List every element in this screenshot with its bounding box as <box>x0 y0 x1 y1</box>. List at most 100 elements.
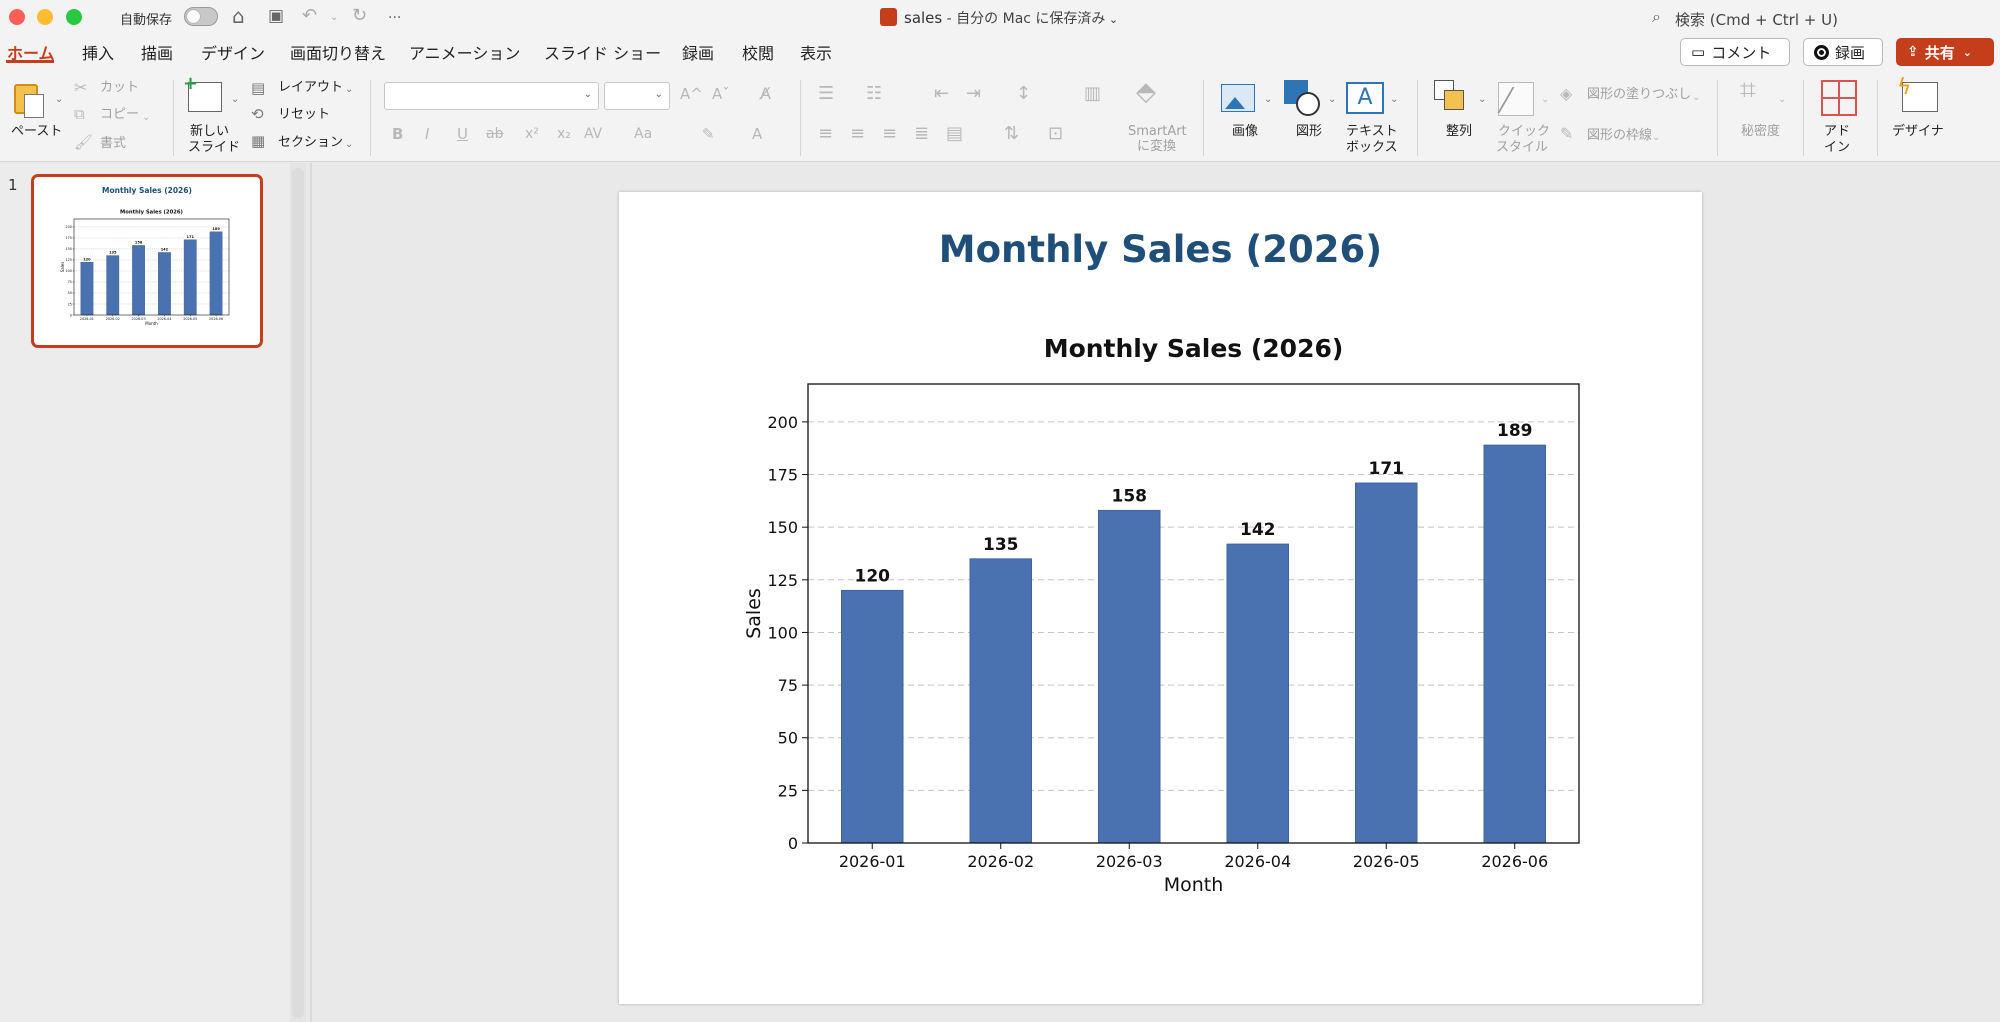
columns-icon[interactable]: ▥ <box>1084 84 1101 104</box>
home-icon[interactable]: ⌂ <box>232 5 245 27</box>
quick-styles-dropdown-icon[interactable]: ⌄ <box>1541 90 1549 110</box>
tab-animations[interactable]: アニメーション <box>409 40 520 64</box>
picture-icon[interactable] <box>1221 84 1255 112</box>
grow-font-icon[interactable]: A^ <box>680 84 703 104</box>
search-input[interactable]: 検索 (Cmd + Ctrl + U) <box>1675 9 1838 30</box>
picture-button[interactable]: 画像 <box>1232 124 1258 140</box>
thumbnail-scrollbar[interactable] <box>292 168 304 1018</box>
align-center-icon[interactable]: ≡ <box>850 124 865 144</box>
arrange-dropdown-icon[interactable]: ⌄ <box>1478 90 1486 110</box>
change-case-button[interactable]: Aa <box>634 124 652 144</box>
addins-label-line1[interactable]: アド <box>1824 124 1850 140</box>
highlight-icon[interactable]: ✎ <box>702 124 715 144</box>
redo-icon[interactable]: ↻ <box>352 5 367 27</box>
shapes-button[interactable]: 図形 <box>1296 124 1322 140</box>
bullets-icon[interactable]: ☰ <box>818 84 834 104</box>
font-size-select[interactable]: ⌄ <box>604 82 670 110</box>
smartart-label-line1[interactable]: SmartArt <box>1128 124 1187 140</box>
shapes-dropdown-icon[interactable]: ⌄ <box>1328 90 1336 110</box>
clear-formatting-icon[interactable]: A̸ <box>760 84 771 104</box>
copy-button[interactable]: コピー <box>100 107 139 123</box>
designer-icon[interactable]: ϟ <box>1897 75 1938 112</box>
record-button[interactable]: 録画 <box>1803 38 1883 66</box>
more-icon[interactable]: ··· <box>388 7 401 29</box>
addins-icon[interactable] <box>1821 80 1857 116</box>
new-slide-label-line2[interactable]: スライド <box>188 140 240 156</box>
addins-label-line2[interactable]: イン <box>1824 140 1850 156</box>
slide-title[interactable]: Monthly Sales (2026) <box>619 228 1702 271</box>
autosave-toggle[interactable] <box>184 7 218 26</box>
underline-button[interactable]: U <box>457 124 468 144</box>
layout-button[interactable]: レイアウト <box>278 80 343 96</box>
quick-styles-icon[interactable] <box>1497 82 1535 116</box>
text-direction-icon[interactable]: ⇅ <box>1004 124 1019 144</box>
strikethrough-button[interactable]: ab <box>486 124 503 144</box>
textbox-label-line2[interactable]: ボックス <box>1346 140 1398 156</box>
close-window-button[interactable] <box>9 9 25 25</box>
align-left-icon[interactable]: ≡ <box>818 124 833 144</box>
document-title[interactable]: sales - 自分の Mac に保存済み ⌄ <box>904 8 1118 28</box>
character-spacing-button[interactable]: AV <box>584 124 602 144</box>
shape-outline-dropdown-icon[interactable]: ⌄ <box>1652 128 1660 148</box>
undo-icon[interactable]: ↶ <box>302 5 317 27</box>
format-painter-button[interactable]: 書式 <box>100 136 126 152</box>
tab-design[interactable]: デザイン <box>201 40 265 64</box>
subscript-button[interactable]: x₂ <box>557 124 571 144</box>
decrease-indent-icon[interactable]: ⇤ <box>934 84 949 104</box>
new-slide-label-line1[interactable]: 新しい <box>190 124 229 140</box>
tab-review[interactable]: 校閲 <box>742 40 774 64</box>
sensitivity-button[interactable]: 秘密度 <box>1741 124 1780 140</box>
picture-dropdown-icon[interactable]: ⌄ <box>1264 90 1272 110</box>
font-color-icon[interactable]: A <box>752 124 762 144</box>
paste-dropdown-icon[interactable]: ⌄ <box>55 90 63 110</box>
minimize-window-button[interactable] <box>37 9 53 25</box>
font-name-select[interactable]: ⌄ <box>384 82 599 110</box>
align-text-icon[interactable]: ⊡ <box>1048 124 1063 144</box>
justify-icon[interactable]: ≣ <box>914 124 929 144</box>
share-button[interactable]: ⇪ 共有 ⌄ <box>1896 38 1994 66</box>
sensitivity-icon[interactable]: ⌗ <box>1740 76 1756 104</box>
paste-button[interactable]: ペースト <box>11 124 62 140</box>
zoom-window-button[interactable] <box>66 9 82 25</box>
textbox-label-line1[interactable]: テキスト <box>1346 124 1398 140</box>
textbox-dropdown-icon[interactable]: ⌄ <box>1390 90 1398 110</box>
shape-outline-button[interactable]: 図形の枠線 <box>1587 128 1652 144</box>
textbox-icon[interactable]: A <box>1346 82 1384 114</box>
shape-fill-dropdown-icon[interactable]: ⌄ <box>1692 88 1700 108</box>
tab-draw[interactable]: 描画 <box>141 40 173 64</box>
save-icon[interactable]: ▣ <box>268 5 284 27</box>
tab-slideshow[interactable]: スライド ショー <box>544 40 661 64</box>
smartart-label-line2[interactable]: に変換 <box>1137 139 1176 155</box>
tab-insert[interactable]: 挿入 <box>82 40 114 64</box>
slide-thumbnail-1[interactable]: Monthly Sales (2026) Monthly Sales (2026)… <box>31 174 263 348</box>
align-right-icon[interactable]: ≡ <box>882 124 897 144</box>
paste-icon[interactable] <box>12 80 46 118</box>
quick-styles-label-line1[interactable]: クイック <box>1498 124 1550 140</box>
sensitivity-dropdown-icon[interactable]: ⌄ <box>1778 90 1786 110</box>
comment-button[interactable]: ▭ コメント <box>1680 38 1790 66</box>
new-slide-dropdown-icon[interactable]: ⌄ <box>231 90 239 110</box>
line-spacing-icon[interactable]: ↕ <box>1016 84 1031 104</box>
arrange-button[interactable]: 整列 <box>1446 124 1472 140</box>
sales-chart[interactable]: Monthly Sales (2026) 0 25 50 75 100 125 150 175 2… <box>619 300 1702 920</box>
shrink-font-icon[interactable]: Aˇ <box>712 84 730 104</box>
tab-view[interactable]: 表示 <box>800 40 832 64</box>
smartart-icon[interactable]: ⬘ <box>1136 79 1156 105</box>
superscript-button[interactable]: x² <box>525 124 539 144</box>
new-slide-icon[interactable]: + <box>183 75 222 112</box>
layout-dropdown-icon[interactable]: ⌄ <box>345 80 353 100</box>
reset-button[interactable]: リセット <box>278 107 330 123</box>
section-dropdown-icon[interactable]: ⌄ <box>345 135 353 155</box>
pane-splitter[interactable] <box>310 163 312 1022</box>
copy-dropdown-icon[interactable]: ⌄ <box>142 108 150 128</box>
shape-fill-button[interactable]: 図形の塗りつぶし <box>1587 87 1691 103</box>
increase-indent-icon[interactable]: ⇥ <box>966 84 981 104</box>
numbering-icon[interactable]: ☷ <box>866 84 882 104</box>
tab-record[interactable]: 録画 <box>682 40 714 64</box>
designer-button[interactable]: デザイナ <box>1892 124 1944 140</box>
distributed-icon[interactable]: ▤ <box>946 124 963 144</box>
section-button[interactable]: セクション <box>278 135 343 151</box>
cut-button[interactable]: カット <box>100 80 139 96</box>
quick-styles-label-line2[interactable]: スタイル <box>1496 140 1548 156</box>
bold-button[interactable]: B <box>392 124 403 144</box>
